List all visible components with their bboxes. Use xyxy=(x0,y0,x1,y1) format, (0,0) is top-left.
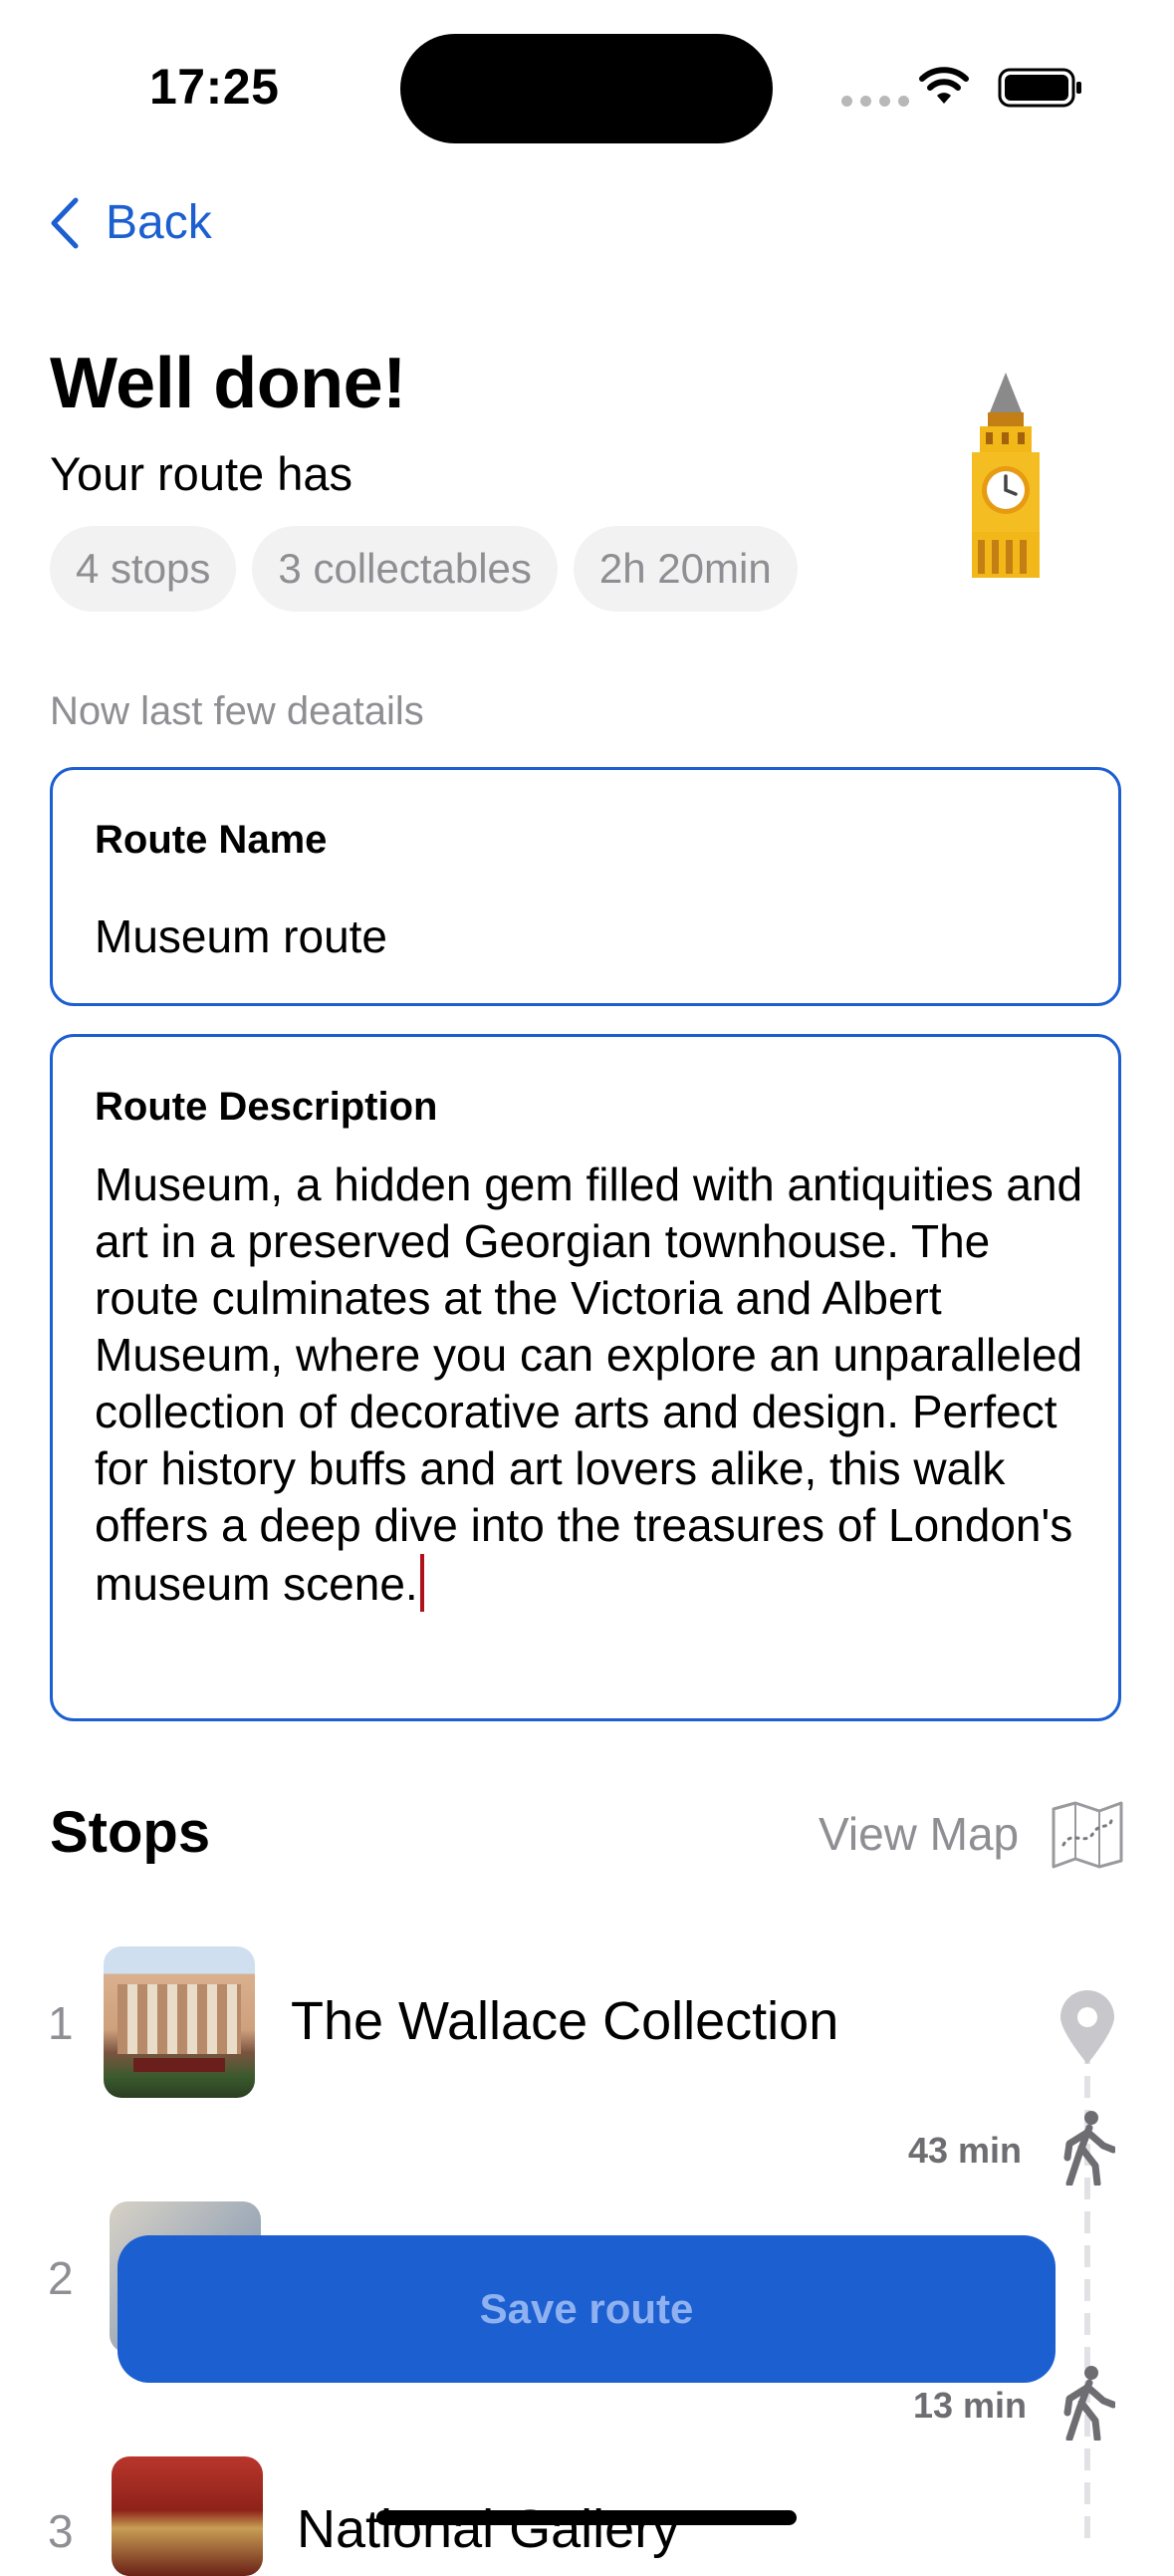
back-label: Back xyxy=(106,196,212,249)
battery-icon xyxy=(998,68,1081,108)
duration-chip: 2h 20min xyxy=(573,526,798,612)
location-pin-icon xyxy=(1060,1990,1114,2064)
route-name-input[interactable]: Museum route xyxy=(95,909,387,963)
stop-name[interactable]: National Gallery xyxy=(297,2498,679,2560)
stops-heading: Stops xyxy=(50,1800,211,1865)
view-map-link[interactable]: View Map xyxy=(819,1807,1019,1861)
wallace-collection-thumbnail[interactable] xyxy=(104,1946,255,2098)
page-subtitle: Your route has xyxy=(50,447,352,500)
route-name-field[interactable]: Route Name Museum route xyxy=(50,767,1121,1006)
home-indicator xyxy=(376,2510,797,2525)
stops-chip: 4 stops xyxy=(50,526,237,612)
clock-tower-icon xyxy=(972,373,1040,578)
walking-icon xyxy=(1063,2366,1115,2441)
status-time: 17:25 xyxy=(149,59,280,115)
save-route-button[interactable]: Save route xyxy=(117,2235,1056,2383)
chevron-left-icon xyxy=(51,197,79,248)
dynamic-island xyxy=(400,34,773,143)
route-description-textarea[interactable]: Museum, a hidden gem filled with antiqui… xyxy=(95,1157,1090,1613)
stop-number: 3 xyxy=(48,2505,74,2557)
stop-number: 1 xyxy=(48,1997,74,2049)
national-gallery-thumbnail[interactable] xyxy=(112,2456,263,2576)
page-title: Well done! xyxy=(50,344,406,423)
walk-time: 43 min xyxy=(908,2130,1023,2171)
route-description-label: Route Description xyxy=(95,1085,438,1129)
route-description-field[interactable]: Route Description Museum, a hidden gem f… xyxy=(50,1034,1121,1721)
wifi-icon xyxy=(919,67,969,104)
back-button[interactable]: Back xyxy=(50,195,212,250)
stop-number: 2 xyxy=(48,2252,74,2304)
route-name-label: Route Name xyxy=(95,818,328,862)
form-hint: Now last few deatails xyxy=(50,689,424,733)
text-caret xyxy=(419,1554,424,1612)
walking-icon xyxy=(1063,2111,1115,2186)
stop-name[interactable]: The Wallace Collection xyxy=(291,1990,838,2052)
cellular-signal-icon xyxy=(841,96,909,107)
collectables-chip: 3 collectables xyxy=(252,526,558,612)
route-summary-chips: 4 stops 3 collectables 2h 20min xyxy=(50,526,798,612)
walk-time: 13 min xyxy=(913,2385,1028,2426)
map-icon[interactable] xyxy=(1050,1799,1125,1871)
